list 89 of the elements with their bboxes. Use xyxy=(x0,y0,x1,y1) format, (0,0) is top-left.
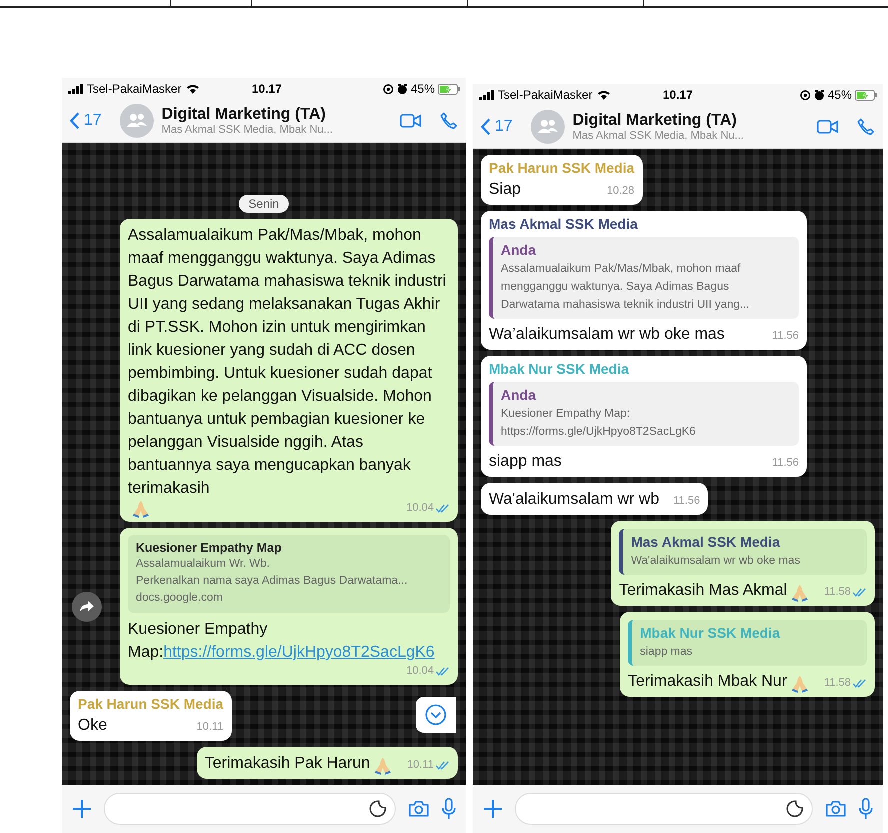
group-avatar-icon xyxy=(530,110,565,144)
battery-icon xyxy=(855,90,877,100)
message-time: 11.56 xyxy=(772,456,799,470)
message-text: Assalamualaikum Pak/Mas/Mbak, mohon maaf mengganggu waktunya. Saya Adimas Bagus Darwatama mahasiswa teknik industri UII yang sedang melaksanakan Tugas Akhir di PT.SSK. Mohon izin untuk mengirimkan link kuesioner yang sudah di ACC dosen pembimbing. Untuk kuesioner sudah dapat dibagikan ke pelanggan Visualside. Mohon bantuanya untuk pembagian kuesioner ke pelanggan Visualside nggih. Atas bantuannya saya mengucapkan banyak terimakasih xyxy=(128,226,448,499)
preview-text: Perkenalkan nama saya Adimas Bagus Darwatama... xyxy=(136,574,409,589)
group-avatar-icon xyxy=(120,104,154,138)
message-time: 11.56 xyxy=(772,329,799,343)
carrier-name: Tsel-PakaiMasker xyxy=(87,82,182,96)
microphone-icon[interactable] xyxy=(442,798,456,820)
message-link[interactable]: https://forms.gle/UjkHpyo8T2SacLgK6 xyxy=(164,644,435,661)
quote-author: Anda xyxy=(501,242,538,258)
quoted-message[interactable]: Mas Akmal SSK Media Wa'alaikumsalam wr wb oke mas xyxy=(619,529,867,575)
unread-count: 17 xyxy=(84,112,102,130)
scroll-down-button[interactable] xyxy=(416,697,456,733)
forward-icon xyxy=(80,600,94,612)
message-text: Terimakasih Pak Harun xyxy=(204,754,370,774)
back-button[interactable]: 17 xyxy=(481,118,513,136)
sender-name: Pak Harun SSK Media xyxy=(489,160,634,176)
message-text: Siap xyxy=(489,180,522,200)
message-time: 10.28 xyxy=(606,184,634,198)
message-time: 11.58 xyxy=(824,676,851,690)
back-button[interactable]: 17 xyxy=(70,112,102,130)
quote-author: Mas Akmal SSK Media xyxy=(631,534,782,550)
alarm-icon xyxy=(396,84,408,94)
sticker-icon[interactable] xyxy=(786,800,804,818)
message-text: Wa’alaikumsalam wr wb oke mas xyxy=(489,325,725,345)
message-text: Wa'alaikumsalam wr wb xyxy=(489,490,660,510)
quote-text: Assalamualaikum Pak/Mas/Mbak, mohon maaf mengganggu waktunya. Saya Adimas Bagus Darwatama mahasiswa teknik industri UII yang... xyxy=(501,262,751,313)
sticker-icon[interactable] xyxy=(369,800,387,818)
message-text: siapp mas xyxy=(489,452,562,472)
message-time: 10.04 xyxy=(406,501,434,515)
message-time: 10.11 xyxy=(407,758,434,772)
battery-percent: 45% xyxy=(410,82,435,96)
message-text: Kuesioner Empathy Map:https://forms.gle/UjkHpyo8T2SacLgK6 xyxy=(128,620,436,663)
phone-call-icon[interactable] xyxy=(857,118,875,136)
unread-count: 17 xyxy=(495,118,513,136)
quote-text: Kuesioner Empathy Map: https://forms.gle/UjkHpyo8T2SacLgK6 xyxy=(501,407,697,440)
message-time: 11.58 xyxy=(824,585,851,599)
camera-icon[interactable] xyxy=(408,800,430,818)
wifi-icon xyxy=(186,84,200,94)
chevron-left-icon xyxy=(481,118,491,136)
video-call-icon[interactable] xyxy=(817,119,839,135)
chevron-left-icon xyxy=(70,112,80,130)
video-call-icon[interactable] xyxy=(400,113,422,129)
phone-call-icon[interactable] xyxy=(440,112,458,130)
message-input-field[interactable] xyxy=(515,793,813,825)
message-time: 10.04 xyxy=(406,664,434,678)
clock-time: 10.17 xyxy=(663,88,694,102)
quoted-message[interactable]: Anda Assalamualaikum Pak/Mas/Mbak, mohon maaf mengganggu waktunya. Saya Adimas Bagus Darwatama mahasiswa teknik industri UII yang... xyxy=(489,237,799,319)
chevron-down-icon xyxy=(425,704,447,726)
preview-text: Assalamualaikum Wr. Wb. xyxy=(136,557,271,572)
plus-icon[interactable] xyxy=(72,799,92,819)
microphone-icon[interactable] xyxy=(859,798,873,820)
battery-icon xyxy=(438,84,460,94)
message-time: 11.56 xyxy=(674,494,700,508)
signal-icon xyxy=(68,84,83,94)
battery-percent: 45% xyxy=(828,88,852,102)
clock-time: 10.17 xyxy=(252,82,282,96)
plus-icon[interactable] xyxy=(483,799,503,819)
quote-author: Mbak Nur SSK Media xyxy=(640,625,782,641)
rotation-lock-icon xyxy=(382,84,394,94)
rotation-lock-icon xyxy=(800,90,811,100)
quote-author: Anda xyxy=(501,387,538,403)
quoted-message[interactable]: Mbak Nur SSK Media siapp mas xyxy=(628,620,867,666)
chat-title: Digital Marketing (TA) xyxy=(572,112,738,130)
date-label: Senin xyxy=(238,195,290,213)
sender-name: Pak Harun SSK Media xyxy=(78,696,224,712)
message-text: Terimakasih Mas Akmal xyxy=(619,581,788,601)
message-text: Terimakasih Mbak Nur xyxy=(628,672,788,692)
forward-button[interactable] xyxy=(72,592,102,622)
sender-name: Mas Akmal SSK Media xyxy=(489,216,638,232)
quoted-message[interactable]: Anda Kuesioner Empathy Map: https://forms.gle/UjkHpyo8T2SacLgK6 xyxy=(489,382,799,446)
quote-text: siapp mas xyxy=(640,645,694,660)
alarm-icon xyxy=(814,90,825,100)
link-preview[interactable]: Kuesioner Empathy Map Assalamualaikum Wr. Wb. Perkenalkan nama saya Adimas Bagus Darwatama... docs.google.com xyxy=(128,535,450,613)
quote-text: Wa'alaikumsalam wr wb oke mas xyxy=(631,554,802,569)
sender-name: Mbak Nur SSK Media xyxy=(489,361,630,377)
message-input-field[interactable] xyxy=(104,793,396,825)
wifi-icon xyxy=(596,90,611,100)
carrier-name: Tsel-PakaiMasker xyxy=(498,88,593,102)
message-text: Oke xyxy=(78,716,108,736)
camera-icon[interactable] xyxy=(825,800,847,818)
chat-members: Mas Akmal SSK Media, Mbak Nu... xyxy=(162,124,334,136)
preview-title: Kuesioner Empathy Map xyxy=(136,541,283,555)
preview-domain: docs.google.com xyxy=(136,591,224,606)
chat-members: Mas Akmal SSK Media, Mbak Nu... xyxy=(572,130,745,142)
message-time: 10.11 xyxy=(196,720,224,734)
chat-title: Digital Marketing (TA) xyxy=(162,106,327,124)
signal-icon xyxy=(479,90,494,100)
